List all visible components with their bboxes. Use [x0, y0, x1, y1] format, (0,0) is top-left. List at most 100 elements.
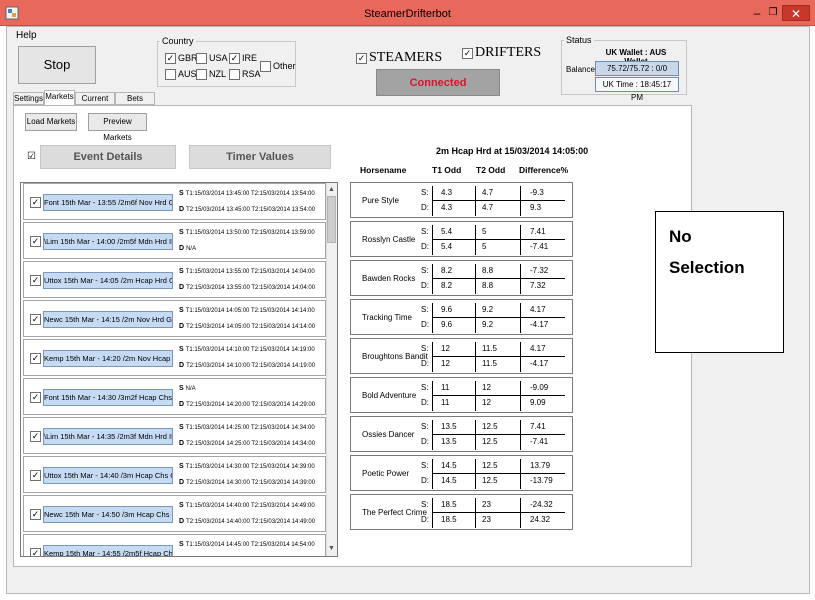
horse-s-t1-odd: 12: [441, 344, 450, 353]
horse-name: Ossies Dancer: [362, 430, 415, 439]
event-s-marker: S: [179, 268, 184, 275]
country-usa-checkbox[interactable]: [196, 53, 207, 64]
country-other-checkbox[interactable]: [260, 61, 271, 72]
horse-s-t1-odd: 5.4: [441, 227, 453, 236]
t1-odd-header: T1 Odd: [432, 165, 462, 175]
horse-d-t1-odd: 12: [441, 359, 450, 368]
country-usa-label: USA: [209, 53, 228, 63]
load-markets-button[interactable]: Load Markets: [25, 113, 77, 131]
column-divider: [520, 264, 521, 294]
column-divider: [520, 342, 521, 372]
steamer-label: S:: [421, 305, 429, 314]
horse-name: Bold Adventure: [362, 391, 417, 400]
event-button[interactable]: Newc 15th Mar - 14:50 /3m Hcap Chs GBR: [43, 506, 173, 523]
event-row: ✓ Uttox 15th Mar - 14:40 /3m Hcap Chs GBR…: [23, 456, 326, 493]
scroll-down-arrow[interactable]: ▼: [326, 543, 337, 555]
event-checkbox[interactable]: ✓: [30, 314, 41, 325]
column-divider: [432, 264, 433, 294]
column-divider: [432, 303, 433, 333]
drifter-label: D:: [421, 476, 429, 485]
event-list[interactable]: ✓ Font 15th Mar - 13:55 /2m6f Nov Hrd GBR…: [20, 182, 338, 557]
event-button[interactable]: Kemp 15th Mar - 14:55 /2m5f Hcap Chs GBR: [43, 545, 173, 556]
event-drifter-times: D T2:15/03/2014 14:20:00 T2:15/03/2014 14…: [179, 401, 315, 408]
horse-row[interactable]: Poetic Power S: D: 14.5 12.5 13.79 14.5 12.5 -13…: [350, 455, 573, 491]
event-button[interactable]: \Lim 15th Mar - 14:35 /2m3f Mdn Hrd IRE: [43, 428, 173, 445]
select-all-checkbox[interactable]: ☑: [26, 152, 37, 163]
menu-help[interactable]: Help: [16, 30, 37, 41]
event-checkbox[interactable]: ✓: [30, 275, 41, 286]
row-divider: [432, 434, 565, 435]
horse-row[interactable]: Pure Style S: D: 4.3 4.7 -9.3 4.3 4.7 9.3: [350, 182, 573, 218]
event-checkbox[interactable]: ✓: [30, 470, 41, 481]
event-d-marker: D: [179, 440, 185, 447]
event-checkbox[interactable]: ✓: [30, 236, 41, 247]
event-checkbox[interactable]: ✓: [30, 197, 41, 208]
steamer-label: S:: [421, 383, 429, 392]
t2-odd-header: T2 Odd: [476, 165, 506, 175]
country-nzl-checkbox[interactable]: [196, 69, 207, 80]
tab-bets-history[interactable]: Bets History: [115, 92, 155, 114]
horse-row[interactable]: Ossies Dancer S: D: 13.5 12.5 7.41 13.5 12.5 -7.…: [350, 416, 573, 452]
horse-s-t1-odd: 13.5: [441, 422, 457, 431]
horse-row[interactable]: Bawden Rocks S: D: 8.2 8.8 -7.32 8.2 8.8 7.32: [350, 260, 573, 296]
country-rsa-checkbox[interactable]: [229, 69, 240, 80]
event-d-text: T2:15/03/2014 14:20:00 T2:15/03/2014 14:…: [186, 402, 316, 408]
event-checkbox[interactable]: ✓: [30, 353, 41, 364]
preview-markets-button[interactable]: Preview Markets: [88, 113, 147, 142]
event-button[interactable]: Font 15th Mar - 13:55 /2m6f Nov Hrd GBR: [43, 194, 173, 211]
event-s-marker: S: [179, 346, 184, 353]
country-aus-checkbox[interactable]: [165, 69, 176, 80]
horse-row[interactable]: Broughtons Bandit S: D: 12 11.5 4.17 12 11.5 -4.…: [350, 338, 573, 374]
event-button[interactable]: \Lim 15th Mar - 14:00 /2m5f Mdn Hrd IRE: [43, 233, 173, 250]
horse-row[interactable]: Tracking Time S: D: 9.6 9.2 4.17 9.6 9.2 -4.17: [350, 299, 573, 335]
tab-current-bets[interactable]: Current Bets: [75, 92, 115, 114]
horse-s-t1-odd: 4.3: [441, 188, 453, 197]
horse-d-t1-odd: 14.5: [441, 476, 457, 485]
event-drifter-times: D T2:15/03/2014 14:40:00 T2:15/03/2014 14…: [179, 518, 315, 525]
status-group-title: Status: [564, 35, 594, 45]
event-d-marker: D: [179, 479, 185, 486]
steamers-checkbox[interactable]: ✓: [356, 53, 367, 64]
horse-row[interactable]: Bold Adventure S: D: 11 12 -9.09 11 12 9.09: [350, 377, 573, 413]
event-button[interactable]: Newc 15th Mar - 14:15 /2m Nov Hrd GBR: [43, 311, 173, 328]
column-divider: [475, 459, 476, 489]
uk-time: UK Time : 18:45:17 PM: [595, 77, 679, 102]
horse-d-t1-odd: 13.5: [441, 437, 457, 446]
window-title: SteamerDrifterbot: [364, 8, 451, 20]
column-divider: [432, 420, 433, 450]
country-gbr-checkbox[interactable]: ✓: [165, 53, 176, 64]
horse-s-t2-odd: 8.8: [482, 266, 494, 275]
horse-s-t2-odd: 23: [482, 500, 491, 509]
event-steamer-times: S N/A: [179, 385, 196, 392]
event-checkbox[interactable]: ✓: [30, 392, 41, 403]
tab-settings[interactable]: Settings: [13, 92, 44, 105]
event-details-header[interactable]: Event Details: [40, 145, 176, 169]
horse-row[interactable]: The Perfect Crime S: D: 18.5 23 -24.32 18.5 23 2…: [350, 494, 573, 530]
event-checkbox[interactable]: ✓: [30, 548, 41, 556]
close-button[interactable]: ✕: [782, 5, 810, 21]
scroll-thumb[interactable]: [327, 196, 336, 243]
scroll-up-arrow[interactable]: ▲: [326, 184, 337, 196]
event-button[interactable]: Kemp 15th Mar - 14:20 /2m Nov Hcap Chs: [43, 350, 173, 367]
country-rsa-label: RSA: [242, 69, 261, 79]
drifters-checkbox[interactable]: ✓: [462, 48, 473, 59]
tab-markets[interactable]: Markets: [44, 90, 75, 106]
event-d-marker: D: [179, 206, 185, 213]
event-checkbox[interactable]: ✓: [30, 431, 41, 442]
column-divider: [475, 381, 476, 411]
row-divider: [432, 317, 565, 318]
event-checkbox[interactable]: ✓: [30, 509, 41, 520]
no-selection-panel: No Selection: [655, 211, 784, 353]
event-button[interactable]: Uttox 15th Mar - 14:05 /2m Hcap Hrd GBR: [43, 272, 173, 289]
timer-values-header[interactable]: Timer Values: [189, 145, 331, 169]
event-button[interactable]: Uttox 15th Mar - 14:40 /3m Hcap Chs GBR: [43, 467, 173, 484]
event-row: ✓ Font 15th Mar - 13:55 /2m6f Nov Hrd GBR…: [23, 183, 326, 220]
event-steamer-times: S T1:15/03/2014 14:30:00 T2:15/03/2014 14…: [179, 463, 315, 470]
country-ire-checkbox[interactable]: ✓: [229, 53, 240, 64]
column-divider: [520, 420, 521, 450]
country-gbr-label: GBR: [178, 53, 198, 63]
stop-button[interactable]: Stop: [18, 46, 96, 84]
event-button[interactable]: Font 15th Mar - 14:30 /3m2f Hcap Chs GBR: [43, 389, 173, 406]
horse-row[interactable]: Rosslyn Castle S: D: 5.4 5 7.41 5.4 5 -7.41: [350, 221, 573, 257]
country-nzl-label: NZL: [209, 69, 227, 79]
